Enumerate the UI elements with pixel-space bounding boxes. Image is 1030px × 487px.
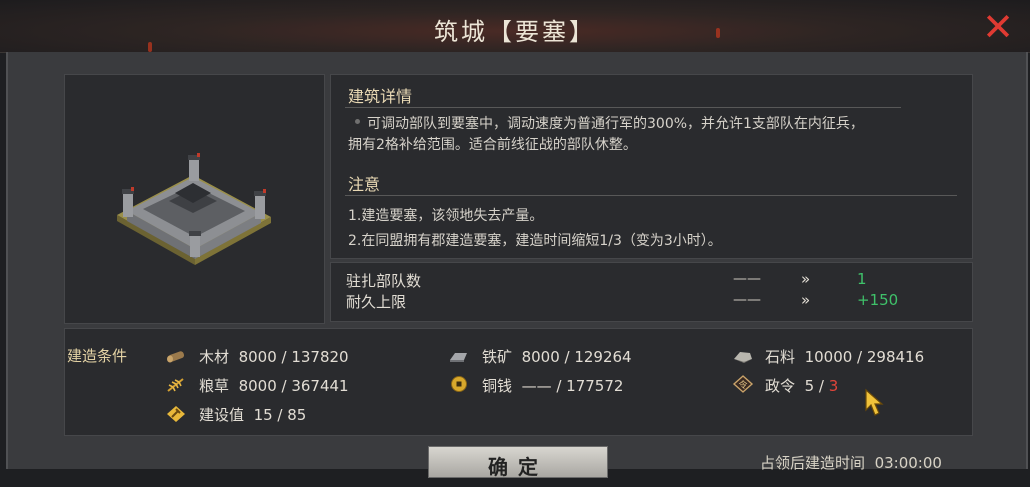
resource-sep: / — [814, 377, 829, 395]
arrow-icon: » — [801, 270, 811, 288]
build-conditions-panel: 建造条件 木材 8000 / 137820 铁矿 8000 / 129264 石… — [64, 328, 973, 436]
resource-name: 建设值 — [199, 406, 245, 424]
iron-ingot-icon — [450, 353, 467, 362]
divider — [345, 107, 901, 108]
stat-new-durability: +150 — [857, 291, 899, 309]
resource-value: 8000 / 367441 — [238, 377, 349, 395]
build-time-value: 03:00:00 — [874, 454, 942, 472]
detail-line: 可调动部队到要塞中，调动速度为普通行军的300%，并允许1支部队在内征兵， — [367, 116, 864, 132]
resource-name: 政令 — [765, 377, 796, 395]
building-detail-panel: 建筑详情 可调动部队到要塞中，调动速度为普通行军的300%，并允许1支部队在内征… — [330, 74, 973, 259]
window-title: 筑城【要塞】 — [434, 18, 596, 46]
stat-new-garrison: 1 — [857, 270, 867, 288]
resource-stone: 石料 10000 / 298416 — [765, 346, 924, 367]
resource-name: 铜钱 — [482, 377, 513, 395]
resource-name: 铁矿 — [482, 348, 513, 366]
resource-value: 10000 / 298416 — [804, 348, 925, 366]
resource-iron: 铁矿 8000 / 129264 — [482, 346, 632, 367]
build-time: 占领后建造时间 03:00:00 — [760, 452, 942, 473]
coin-icon — [451, 376, 467, 392]
resource-value: 8000 / 137820 — [238, 348, 349, 366]
stats-panel: 驻扎部队数 —— » 1 耐久上限 —— » +150 — [330, 262, 973, 322]
mouse-cursor-icon — [865, 388, 884, 416]
note-item: 1.建造要塞，该领地失去产量。 — [348, 208, 544, 224]
building-image-panel — [64, 74, 325, 324]
resource-name: 粮草 — [199, 377, 230, 395]
note-item: 2.在同盟拥有郡建造要塞，建造时间缩短1/3（变为3小时）。 — [348, 233, 722, 249]
grain-icon — [167, 378, 184, 392]
stat-old-durability: —— — [733, 292, 761, 308]
resource-order: 政令 5 / 3 — [765, 375, 838, 396]
resource-name: 石料 — [765, 348, 796, 366]
resource-grain: 粮草 8000 / 367441 — [199, 375, 349, 396]
notes-heading: 注意 — [348, 175, 381, 194]
title-bar: 筑城【要塞】 ✕ — [0, 0, 1030, 53]
resource-value: 8000 / 129264 — [521, 348, 632, 366]
resource-wood: 木材 8000 / 137820 — [199, 346, 349, 367]
divider — [345, 195, 957, 196]
hammer-icon — [167, 406, 185, 422]
detail-heading: 建筑详情 — [348, 87, 413, 106]
wood-log-icon — [167, 351, 185, 363]
stat-old-garrison: —— — [733, 271, 761, 287]
resource-name: 木材 — [199, 348, 230, 366]
close-button[interactable]: ✕ — [980, 8, 1016, 46]
stat-label-garrison: 驻扎部队数 — [346, 272, 422, 290]
conditions-title: 建造条件 — [67, 347, 128, 365]
build-time-label: 占领后建造时间 — [760, 454, 866, 472]
bullet-icon — [355, 119, 360, 124]
resource-need: 3 — [828, 377, 839, 395]
detail-line: 拥有2格补给范围。适合前线征战的部队休整。 — [348, 137, 637, 153]
confirm-button[interactable]: 确定 — [428, 446, 608, 479]
stat-label-durability: 耐久上限 — [346, 293, 407, 311]
svg-text:令: 令 — [738, 379, 747, 391]
arrow-icon: » — [801, 291, 811, 309]
stone-icon — [734, 352, 752, 363]
resource-copper: 铜钱 —— / 177572 — [482, 375, 623, 396]
resource-build-value: 建设值 15 / 85 — [199, 404, 306, 425]
fortress-image — [117, 153, 271, 265]
resource-value: 15 / 85 — [253, 406, 307, 424]
resource-have: 5 — [804, 377, 815, 395]
resource-value: —— / 177572 — [521, 377, 624, 395]
order-token-icon: 令 — [732, 375, 754, 393]
